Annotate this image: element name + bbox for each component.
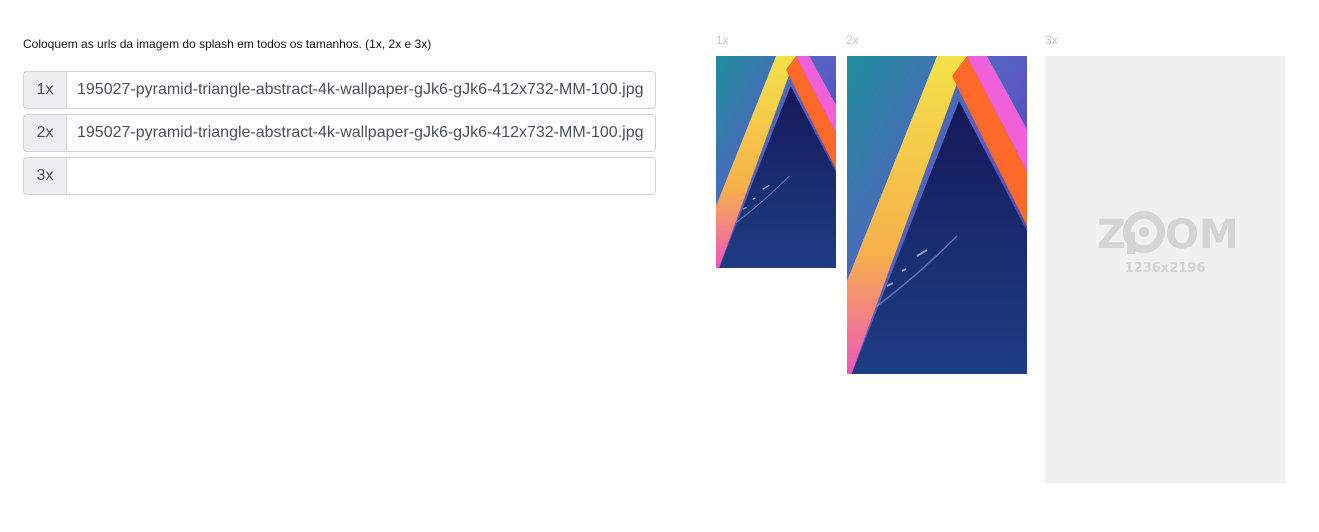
zoom-logo-z: Z: [1097, 212, 1126, 258]
splash-preview-1x: [716, 56, 836, 268]
url-input-1x[interactable]: [66, 71, 656, 109]
zoom-logo-icon: Z OM: [1097, 211, 1235, 258]
url-row-1x: 1x: [23, 71, 656, 109]
preview-label-1x: 1x: [716, 33, 729, 47]
size-addon-2x: 2x: [23, 114, 66, 152]
zoom-logo-om: OM: [1165, 212, 1235, 258]
url-row-2x: 2x: [23, 114, 656, 152]
pyramid-wallpaper-image: [716, 56, 836, 268]
splash-url-editor: Coloquem as urls da imagem do splash em …: [0, 0, 1319, 532]
pyramid-wallpaper-image: [847, 56, 1027, 374]
size-addon-1x: 1x: [23, 71, 66, 109]
preview-label-2x: 2x: [846, 33, 859, 47]
size-addon-3x: 3x: [23, 157, 66, 195]
url-input-2x[interactable]: [66, 114, 656, 152]
instructions-text: Coloquem as urls da imagem do splash em …: [23, 37, 432, 51]
splash-preview-3x-placeholder: Z OM 1236x2196: [1045, 56, 1285, 483]
url-row-3x: 3x: [23, 157, 656, 195]
placeholder-size-text: 1236x2196: [1124, 261, 1206, 276]
preview-label-3x: 3x: [1045, 33, 1058, 47]
url-input-3x[interactable]: [66, 157, 656, 195]
splash-preview-2x: [847, 56, 1027, 374]
